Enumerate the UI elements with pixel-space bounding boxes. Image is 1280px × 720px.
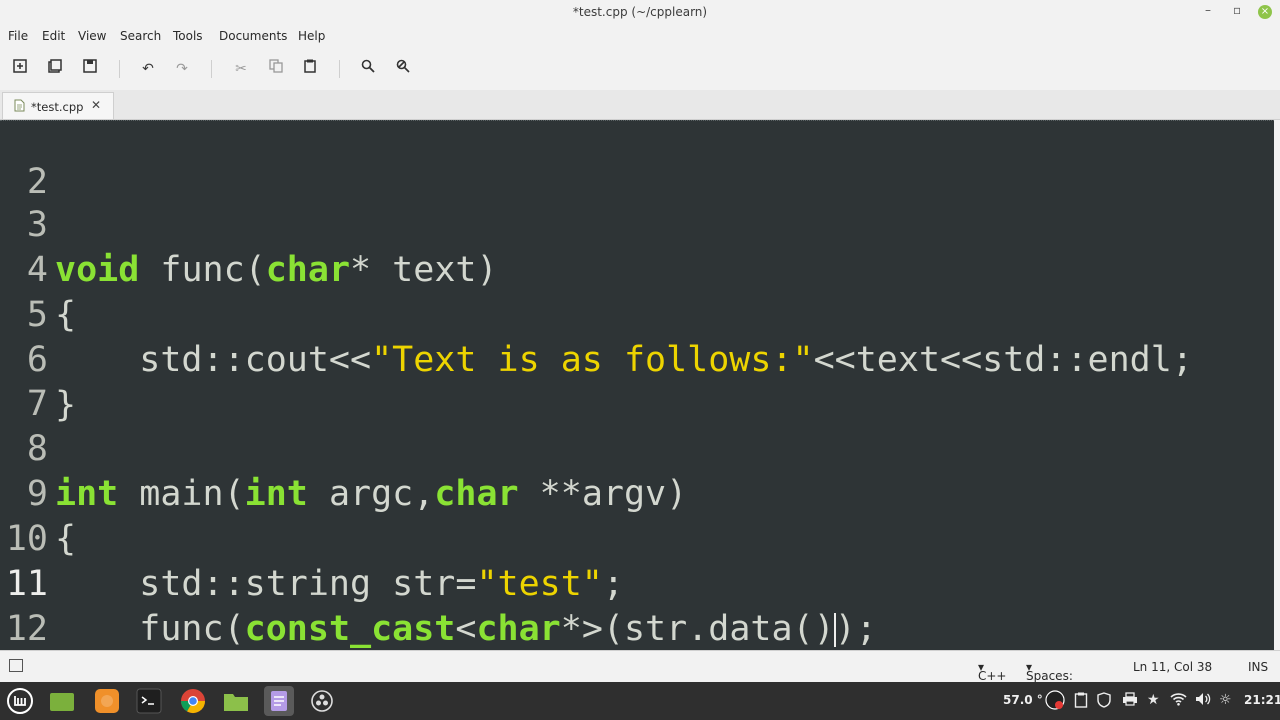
menu-search[interactable]: Search	[120, 29, 161, 43]
code-text: std::string str=	[55, 564, 477, 604]
menu-help[interactable]: Help	[298, 29, 325, 43]
code-line: 3 void func(char* text)	[0, 158, 498, 290]
toolbar-separator	[339, 60, 340, 78]
type-keyword: char	[265, 250, 351, 290]
indent-selector[interactable]: Spaces: 4 ▾	[1026, 660, 1073, 697]
window-title: *test.cpp (~/cpplearn)	[572, 5, 708, 19]
code-line: 9 {	[0, 427, 84, 559]
new-document-icon[interactable]	[10, 59, 30, 79]
title-bar: *test.cpp (~/cpplearn) – ▫ ×	[0, 0, 1280, 24]
star-icon[interactable]: ★	[1147, 692, 1160, 708]
redo-icon[interactable]: ↷	[172, 59, 192, 79]
minimize-icon[interactable]: –	[1205, 3, 1211, 17]
code-text: <	[455, 609, 477, 649]
editor-scrollbar[interactable]	[1274, 120, 1280, 650]
toolbar: ↶ ↷ ✂	[0, 48, 1280, 90]
language-selector[interactable]: C++ ▾	[978, 660, 1007, 683]
code-text: **argv)	[518, 474, 688, 514]
mint-menu-icon[interactable]	[5, 686, 35, 716]
insert-mode[interactable]: INS	[1248, 660, 1268, 674]
toolbar-separator	[119, 60, 120, 78]
string-literal: "Text is as follows:"	[371, 340, 814, 380]
type-keyword: char	[476, 609, 561, 649]
tab-close-icon[interactable]: ✕	[91, 98, 101, 112]
open-document-icon[interactable]	[45, 59, 65, 79]
type-keyword: char	[434, 474, 519, 514]
document-icon	[14, 99, 25, 115]
language-label: C++	[978, 669, 1007, 683]
code-editor[interactable]: 2 3 void func(char* text) 4 { 5 std::cou…	[0, 120, 1274, 651]
menu-bar: File Edit View Search Tools Documents He…	[0, 24, 1280, 48]
text-editor-icon[interactable]	[264, 686, 294, 716]
menu-tools[interactable]: Tools	[173, 29, 203, 43]
status-bar: C++ ▾ Spaces: 4 ▾ Ln 11, Col 38 INS	[0, 650, 1280, 697]
code-line: 12 return 0;	[0, 562, 84, 649]
code-line: 4 {	[0, 203, 84, 335]
printer-icon[interactable]	[1122, 692, 1138, 710]
terminal-icon[interactable]	[134, 686, 164, 716]
search-icon[interactable]	[358, 59, 378, 79]
code-text: std::cout<<	[55, 340, 372, 380]
volume-icon[interactable]	[1195, 692, 1211, 710]
code-line: 7	[0, 337, 84, 424]
brightness-icon[interactable]: ☼	[1219, 692, 1232, 708]
copy-icon[interactable]	[266, 59, 286, 79]
code-text: func(	[139, 250, 266, 290]
undo-icon[interactable]: ↶	[138, 59, 158, 79]
code-line: 13 }	[0, 607, 84, 651]
code-text: ;	[602, 564, 624, 604]
code-line: 5 std::cout<<"Text is as follows:"<<text…	[0, 248, 1193, 380]
firefox-icon[interactable]	[92, 686, 122, 716]
code-text: *>(str.data()	[560, 609, 835, 649]
temperature-readout: 57.0 °	[1003, 693, 1043, 707]
menu-edit[interactable]: Edit	[42, 29, 65, 43]
code-text: main(	[118, 474, 245, 514]
paste-icon[interactable]	[300, 59, 320, 79]
wifi-icon[interactable]	[1170, 692, 1187, 710]
cut-icon[interactable]: ✂	[231, 59, 251, 79]
code-text: <<text<<std::endl;	[813, 340, 1193, 380]
code-line: 6 }	[0, 293, 84, 425]
keyword: const_cast	[244, 609, 456, 649]
menu-documents[interactable]: Documents	[219, 29, 287, 43]
maximize-icon[interactable]: ▫	[1233, 3, 1241, 17]
tab-test-cpp[interactable]: *test.cpp ✕	[2, 92, 114, 119]
code-line: 8 int main(int argc,char **argv)	[0, 382, 687, 514]
obs-tray-icon[interactable]	[1045, 690, 1065, 714]
code-line: 10 std::string str="test";	[0, 472, 624, 604]
chrome-icon[interactable]	[178, 686, 208, 716]
string-literal: "test"	[476, 564, 603, 604]
tab-bar: *test.cpp ✕	[0, 90, 1280, 120]
code-line: 2	[0, 121, 84, 202]
code-text: * text)	[350, 250, 498, 290]
show-desktop-icon[interactable]	[47, 686, 77, 716]
menu-file[interactable]: File	[8, 29, 28, 43]
save-icon[interactable]	[80, 59, 100, 79]
keyword: int	[244, 474, 308, 514]
cursor-position: Ln 11, Col 38	[1133, 660, 1213, 674]
code-text: argc,	[307, 474, 435, 514]
side-panel-toggle-icon[interactable]	[9, 659, 23, 672]
search-replace-icon[interactable]	[393, 59, 413, 79]
obs-icon[interactable]	[307, 686, 337, 716]
shield-icon[interactable]	[1097, 692, 1111, 712]
code-line-current: 11 func(const_cast<char*>(str.data());	[0, 517, 877, 649]
tab-label: *test.cpp	[31, 100, 84, 114]
code-text: );	[834, 609, 877, 649]
clock[interactable]: 21:21	[1244, 693, 1280, 707]
files-icon[interactable]	[221, 686, 251, 716]
taskbar: 57.0 ° ★ ☼ 21:21	[0, 682, 1280, 720]
toolbar-separator	[211, 60, 212, 78]
close-window-icon[interactable]: ×	[1258, 5, 1272, 19]
clipboard-icon[interactable]	[1074, 692, 1088, 712]
menu-view[interactable]: View	[78, 29, 106, 43]
